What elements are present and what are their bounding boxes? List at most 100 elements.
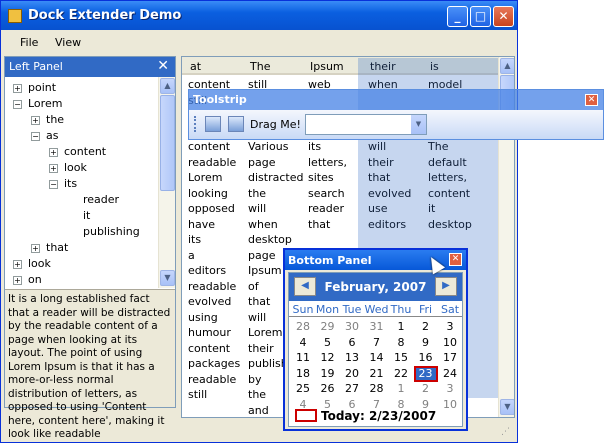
calendar-day[interactable]: 3 [438, 381, 462, 397]
collapse-icon[interactable]: − [13, 99, 22, 109]
expand-icon[interactable]: + [49, 147, 58, 157]
chevron-down-icon[interactable]: ▼ [411, 115, 426, 134]
calendar-day[interactable]: 10 [438, 397, 462, 413]
calendar-day[interactable]: 12 [316, 350, 340, 366]
calendar-day[interactable]: 18 [291, 366, 315, 382]
grid-cell[interactable]: will [248, 201, 305, 217]
grid-cell[interactable]: opposed [188, 201, 240, 217]
grid-cell[interactable]: humour [188, 325, 240, 341]
bottom-panel-close-icon[interactable]: ✕ [449, 253, 462, 266]
calendar-day[interactable]: 19 [316, 366, 340, 382]
menu-file[interactable]: File [20, 36, 38, 49]
resize-grip-icon[interactable]: ⋰ [501, 427, 515, 441]
grid-scroll-up-icon[interactable]: ▲ [500, 58, 514, 74]
calendar-day[interactable]: 31 [365, 319, 389, 335]
close-button[interactable]: ✕ [493, 6, 514, 27]
tree-node[interactable]: publishing [83, 225, 140, 241]
tree-node[interactable]: reader [83, 193, 119, 209]
calendar-day[interactable]: 14 [365, 350, 389, 366]
grid-cell[interactable]: that [308, 217, 350, 233]
calendar-day[interactable]: 2 [414, 319, 438, 335]
expand-icon[interactable]: + [31, 115, 40, 125]
calendar-day[interactable]: 9 [414, 335, 438, 351]
calendar-day[interactable]: 10 [438, 335, 462, 351]
calendar-day[interactable]: 27 [340, 381, 364, 397]
expand-icon[interactable]: + [13, 259, 22, 269]
grid-cell[interactable]: Lorem [188, 170, 240, 186]
title-bar[interactable]: Dock Extender Demo _ □ ✕ [1, 1, 517, 30]
grid-header-cell[interactable]: The [250, 60, 270, 73]
calendar-day[interactable]: 6 [340, 335, 364, 351]
grid-cell[interactable]: its [188, 232, 240, 248]
tree-node[interactable]: − as [31, 129, 58, 145]
grid-cell[interactable]: still [188, 387, 240, 403]
grid-cell[interactable]: readable [188, 155, 240, 171]
calendar-day[interactable]: 28 [291, 319, 315, 335]
calendar-day[interactable]: 3 [438, 319, 462, 335]
tree-node[interactable]: + content [49, 145, 106, 161]
image-icon[interactable] [205, 116, 221, 132]
tree-node[interactable]: it [83, 209, 90, 225]
grid-cell[interactable]: evolved [188, 294, 240, 310]
collapse-icon[interactable]: − [31, 131, 40, 141]
grid-cell[interactable]: its [308, 139, 350, 155]
toolstrip-window[interactable]: Toolstrip ✕ Drag Me! ▼ [188, 89, 604, 140]
grid-cell[interactable]: sites [308, 170, 350, 186]
tree-node[interactable]: − its [49, 177, 77, 193]
grid-cell[interactable]: search [308, 186, 350, 202]
grid-cell[interactable]: editors [188, 263, 240, 279]
maximize-button[interactable]: □ [470, 6, 491, 27]
calendar-day[interactable]: 26 [316, 381, 340, 397]
grip-handle-icon[interactable] [194, 116, 197, 132]
calendar-day[interactable]: 22 [389, 366, 413, 382]
month-calendar[interactable]: ◀ February, 2007 ▶ Sun Mon Tue Wed Thu Fri Sat… [288, 272, 463, 427]
grid-header-cell[interactable]: at [190, 60, 201, 73]
grid-cell[interactable]: readable [188, 279, 240, 295]
grid-cell[interactable]: have [188, 217, 240, 233]
tree-node[interactable]: − Lorem [13, 97, 62, 113]
scroll-up-icon[interactable]: ▲ [160, 78, 175, 94]
today-label[interactable]: Today: 2/23/2007 [321, 409, 436, 423]
calendar-day[interactable]: 11 [291, 350, 315, 366]
calendar-day[interactable]: 7 [365, 335, 389, 351]
calendar-day[interactable]: 13 [340, 350, 364, 366]
collapse-icon[interactable]: − [49, 179, 58, 189]
grid-cell[interactable]: the [248, 186, 305, 202]
calendar-day[interactable]: 15 [389, 350, 413, 366]
grid-cell[interactable]: readable [188, 372, 240, 388]
calendar-day[interactable]: 8 [389, 335, 413, 351]
tree-node[interactable]: + look [49, 161, 87, 177]
grid-cell[interactable]: distracted [248, 170, 305, 186]
scroll-down-icon[interactable]: ▼ [160, 270, 175, 286]
grid-cell[interactable] [308, 232, 350, 248]
toolstrip-close-icon[interactable]: ✕ [585, 94, 598, 106]
calendar-day[interactable]: 1 [389, 381, 413, 397]
drag-me-button[interactable]: Drag Me! [250, 118, 301, 131]
grid-cell[interactable]: content [188, 341, 240, 357]
toolstrip-title[interactable]: Toolstrip [189, 90, 603, 110]
grid-cell[interactable]: packages [188, 356, 240, 372]
expand-icon[interactable]: + [13, 275, 22, 285]
image-icon[interactable] [228, 116, 244, 132]
calendar-day[interactable]: 21 [365, 366, 389, 382]
grid-cell[interactable]: desktop [248, 232, 305, 248]
expand-icon[interactable]: + [49, 163, 58, 173]
grid-cell[interactable]: Various [248, 139, 305, 155]
grid-cell[interactable]: content [188, 139, 240, 155]
expand-icon[interactable]: + [31, 243, 40, 253]
grid-cell[interactable]: a [188, 248, 240, 264]
minimize-button[interactable]: _ [447, 6, 468, 27]
tree-scrollbar[interactable]: ▲ ▼ [158, 77, 175, 288]
menu-view[interactable]: View [55, 36, 81, 49]
tree-view[interactable]: + point − Lorem + the − as + content + look − its read… [5, 77, 158, 288]
calendar-day[interactable]: 2 [414, 381, 438, 397]
calendar-day[interactable]: 25 [291, 381, 315, 397]
grid-cell[interactable]: letters, [308, 155, 350, 171]
tree-node[interactable]: + the [31, 113, 64, 129]
grid-cell[interactable]: when [248, 217, 305, 233]
tree-node[interactable]: + point [13, 81, 56, 97]
grid-cell[interactable]: looking [188, 186, 240, 202]
tree-node[interactable]: + that [31, 241, 68, 257]
expand-icon[interactable]: + [13, 83, 22, 93]
grid-cell[interactable]: reader [308, 201, 350, 217]
